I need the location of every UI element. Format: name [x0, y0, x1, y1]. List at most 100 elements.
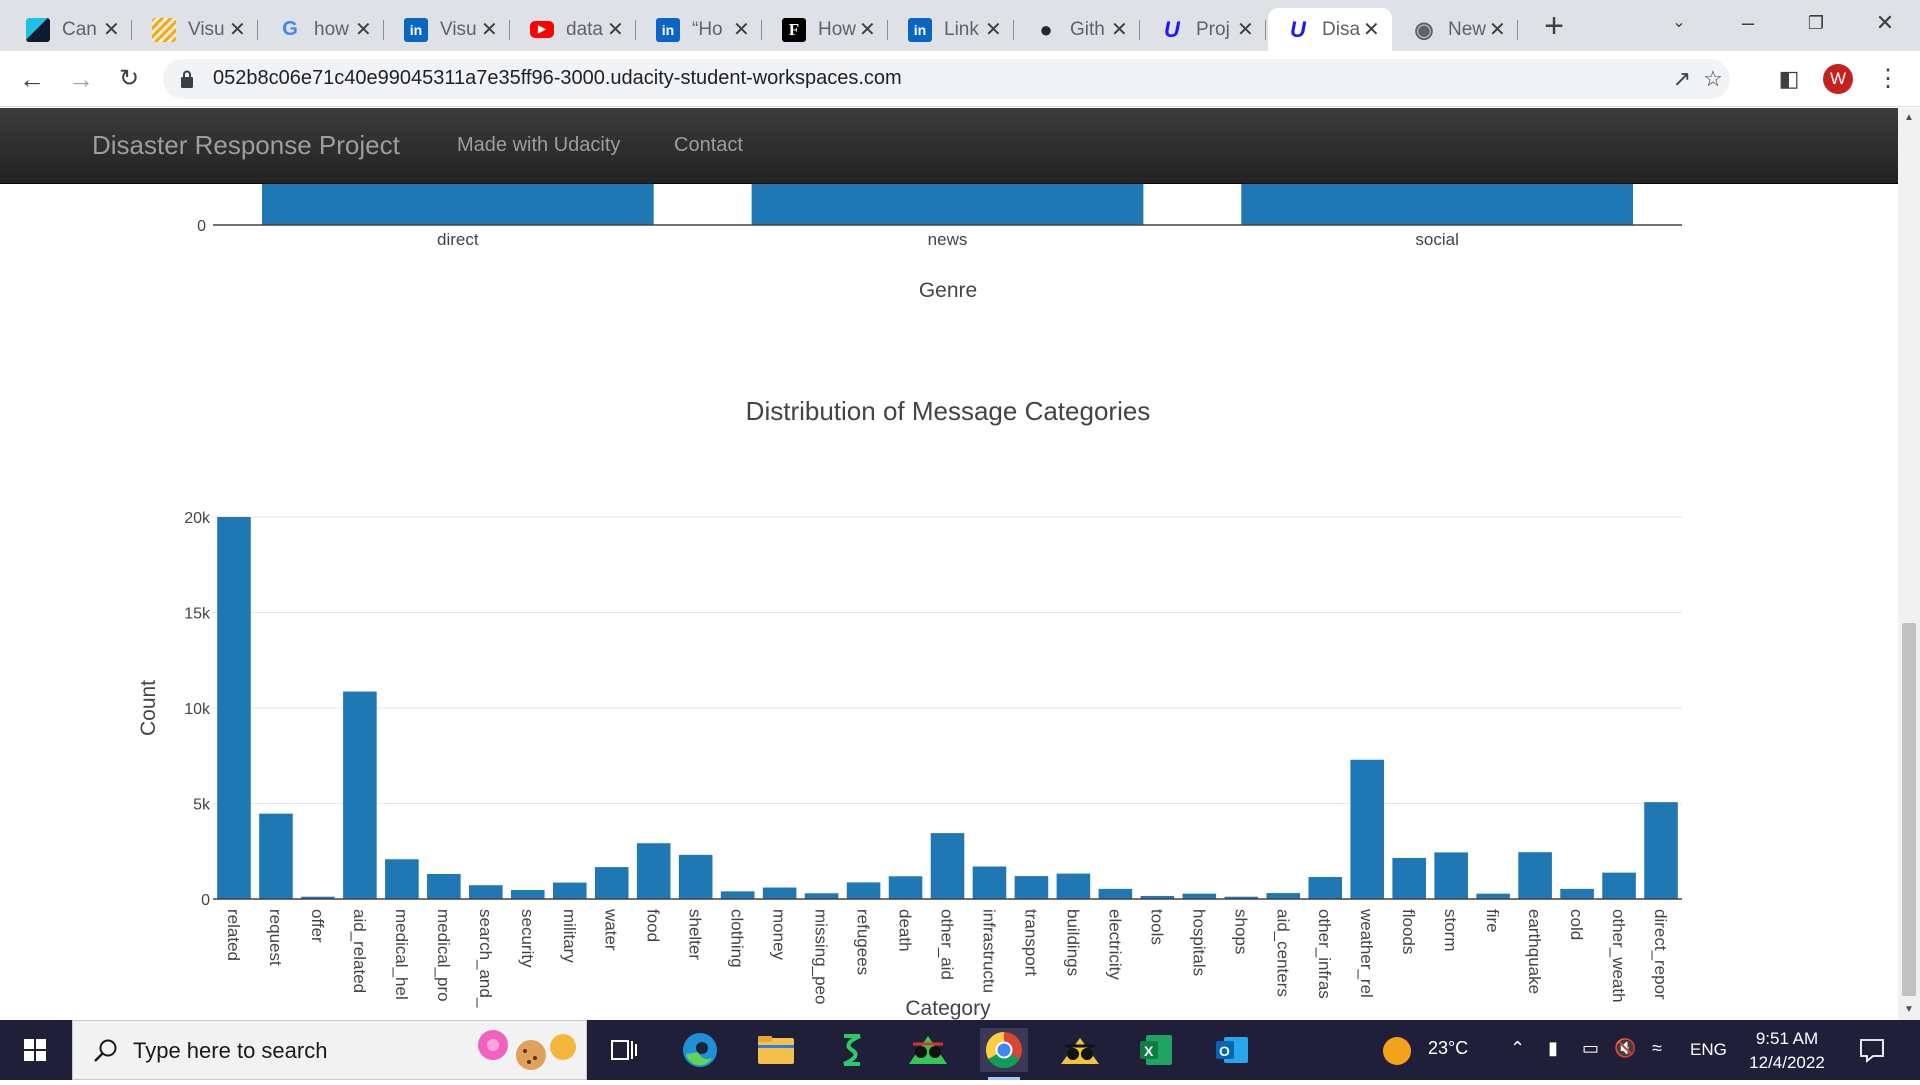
canva-icon: [26, 17, 50, 42]
tab-2[interactable]: Ghow ✕: [260, 8, 384, 51]
x-tick-label: medical_hel: [392, 909, 411, 1000]
tab-0[interactable]: Can ✕: [8, 8, 132, 51]
striped-icon: [152, 17, 176, 42]
share-icon[interactable]: ↗: [1668, 65, 1696, 93]
navbar-brand[interactable]: Disaster Response Project: [92, 130, 400, 161]
x-tick-label: earthquake: [1525, 909, 1544, 994]
side-panel-icon[interactable]: ◧: [1775, 65, 1803, 93]
tab-close-icon[interactable]: ✕: [1487, 17, 1508, 42]
tab-6[interactable]: F How ✕: [764, 8, 888, 51]
x-tick-label: military: [560, 909, 579, 963]
tab-10[interactable]: U Disa ✕: [1268, 8, 1392, 51]
forward-button[interactable]: →: [63, 61, 99, 97]
reload-button[interactable]: ↻: [111, 61, 147, 97]
category-bar: [594, 867, 629, 899]
s-app-icon[interactable]: [828, 1028, 876, 1072]
category-bar: [678, 854, 713, 899]
game-app-icon[interactable]: [904, 1028, 952, 1072]
tab-close-icon[interactable]: ✕: [479, 17, 500, 42]
excel-icon[interactable]: X: [1132, 1028, 1180, 1072]
site-navbar: Disaster Response Project Made with Udac…: [0, 108, 1898, 184]
tab-7[interactable]: in Link ✕: [890, 8, 1014, 51]
category-bar: [846, 882, 881, 899]
tab-5[interactable]: in “Ho ✕: [638, 8, 762, 51]
address-bar[interactable]: 052b8c06e71c40e99045311a7e35ff96-3000.ud…: [163, 59, 1730, 99]
page-scrollbar[interactable]: ▲ ▼: [1898, 108, 1920, 1020]
minimize-button[interactable]: –: [1725, 6, 1771, 40]
tab-close-icon[interactable]: ✕: [101, 17, 122, 42]
file-explorer-icon[interactable]: [752, 1028, 800, 1072]
tab-close-icon[interactable]: ✕: [1361, 17, 1382, 42]
nav-link-made-with-udacity[interactable]: Made with Udacity: [457, 134, 620, 157]
app-icon[interactable]: [1056, 1028, 1104, 1072]
browser-tab-strip: Can ✕ Visu ✕ Ghow ✕ in Visu ✕ ▶ data ✕ in “Ho ✕ F How ✕ in…: [0, 0, 1920, 51]
chrome-icon[interactable]: [980, 1028, 1028, 1080]
tab-separator: [1013, 20, 1014, 40]
speaker-muted-icon[interactable]: 🔇: [1614, 1038, 1636, 1059]
category-bar: [804, 893, 839, 899]
genre-x-axis-title: Genre: [919, 279, 977, 302]
outlook-icon[interactable]: O: [1208, 1028, 1256, 1072]
category-bar: [385, 859, 419, 899]
profile-avatar[interactable]: W: [1823, 64, 1853, 94]
y-tick-label: 20k: [184, 510, 211, 527]
category-bar: [1350, 759, 1385, 899]
tab-search-icon[interactable]: ⌄: [1656, 6, 1702, 40]
tab-9[interactable]: U Proj ✕: [1142, 8, 1266, 51]
x-tick-label: refugees: [854, 909, 873, 975]
page-viewport: direct news social 0 Genre Distribution of Me…: [0, 108, 1898, 1020]
category-bar: [259, 813, 293, 899]
chevron-up-icon[interactable]: ⌃: [1510, 1038, 1525, 1059]
new-tab-button[interactable]: +: [1536, 9, 1572, 46]
tab-4[interactable]: ▶ data ✕: [512, 8, 636, 51]
category-bar: [510, 890, 545, 899]
wifi-icon[interactable]: ≈: [1652, 1038, 1662, 1059]
tab-close-icon[interactable]: ✕: [227, 17, 248, 42]
tab-11[interactable]: ◉ New ✕: [1394, 8, 1518, 51]
clock[interactable]: 9:51 AM 12/4/2022: [1742, 1027, 1832, 1075]
tab-close-icon[interactable]: ✕: [983, 17, 1004, 42]
x-tick-label: direct_repor: [1651, 909, 1670, 1000]
tab-3[interactable]: in Visu ✕: [386, 8, 510, 51]
edge-icon[interactable]: [676, 1028, 724, 1072]
bookmark-star-icon[interactable]: ☆: [1699, 65, 1727, 93]
x-tick-label: money: [770, 909, 789, 961]
x-tick-label: death: [896, 909, 915, 952]
x-tick-label: other_weath: [1609, 909, 1628, 1003]
nav-link-contact[interactable]: Contact: [674, 134, 743, 157]
tab-close-icon[interactable]: ✕: [1235, 17, 1256, 42]
x-tick-label: tools: [1147, 909, 1166, 945]
language-indicator[interactable]: ENG: [1690, 1040, 1727, 1060]
search-highlight-icon: [478, 1030, 576, 1070]
tab-close-icon[interactable]: ✕: [857, 17, 878, 42]
tab-close-icon[interactable]: ✕: [731, 17, 752, 42]
x-tick-label: aid_centers: [1273, 909, 1292, 997]
tab-8[interactable]: ● Gith ✕: [1016, 8, 1140, 51]
restore-button[interactable]: ❐: [1793, 6, 1839, 40]
start-button[interactable]: [0, 1020, 72, 1080]
tab-close-icon[interactable]: ✕: [353, 17, 374, 42]
temperature-text[interactable]: 23°C: [1428, 1038, 1468, 1059]
scrollbar-thumb[interactable]: [1902, 623, 1916, 996]
tab-close-icon[interactable]: ✕: [605, 17, 626, 42]
battery-icon[interactable]: ▭: [1582, 1038, 1599, 1059]
category-bar: [1434, 852, 1468, 899]
clock-time: 9:51 AM: [1755, 1029, 1819, 1048]
close-window-button[interactable]: ✕: [1862, 6, 1908, 40]
scroll-up-arrow[interactable]: ▲: [1903, 112, 1915, 124]
microphone-icon[interactable]: ▮: [1548, 1038, 1558, 1059]
tab-title: “Ho: [692, 18, 723, 40]
category-bar: [1098, 888, 1133, 899]
notification-icon[interactable]: [1858, 1036, 1886, 1064]
scroll-down-arrow[interactable]: ▼: [1903, 1004, 1915, 1016]
browser-menu-icon[interactable]: ⋮: [1876, 63, 1900, 95]
x-tick-label: hospitals: [1189, 909, 1208, 976]
tab-close-icon[interactable]: ✕: [1109, 17, 1130, 42]
tab-1[interactable]: Visu ✕: [134, 8, 258, 51]
tab-separator: [257, 20, 258, 40]
x-axis-title: Category: [905, 997, 991, 1020]
category-bar: [972, 866, 1007, 899]
task-view-icon[interactable]: [600, 1028, 648, 1072]
taskbar-search-box[interactable]: Type here to search: [72, 1020, 587, 1080]
back-button[interactable]: ←: [14, 61, 50, 97]
